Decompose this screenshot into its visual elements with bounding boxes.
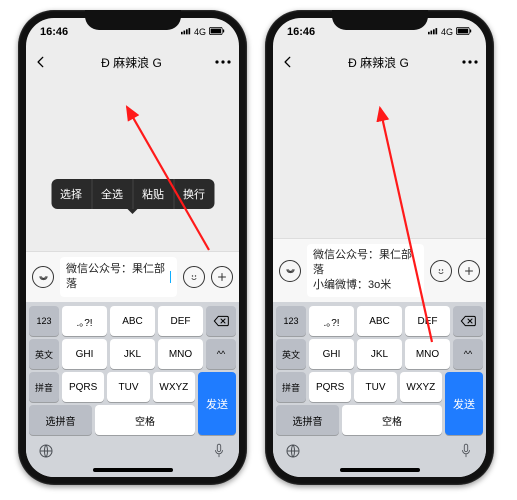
ctx-select-all[interactable]: 全选 [92, 179, 133, 209]
key-punct[interactable]: .｡?! [309, 306, 354, 336]
key-wxyz[interactable]: WXYZ [153, 372, 195, 402]
key-pinyin[interactable]: 拼音 [29, 372, 59, 402]
smile-icon[interactable] [183, 266, 205, 288]
screen-right: 16:46 4G Ð 麻辣浪 G [273, 18, 486, 477]
notch [332, 10, 428, 30]
chevron-left-icon[interactable] [281, 55, 295, 69]
key-send[interactable]: 发送 [198, 372, 236, 435]
key-mno[interactable]: MNO [405, 339, 450, 369]
backspace-icon [460, 315, 476, 327]
key-english[interactable]: 英文 [29, 339, 59, 369]
text-context-menu: 选择 全选 粘贴 换行 [51, 179, 214, 209]
backspace-icon [213, 315, 229, 327]
keyboard-bottom-bar [273, 437, 486, 463]
status-time: 16:46 [287, 26, 315, 38]
key-pqrs[interactable]: PQRS [62, 372, 104, 402]
keyboard-bottom-bar [26, 437, 239, 463]
annotation-arrow [109, 95, 219, 255]
plus-icon[interactable] [211, 266, 233, 288]
ctx-select[interactable]: 选择 [51, 179, 92, 209]
input-row: 微信公众号：果仁部落 [26, 251, 239, 302]
key-def[interactable]: DEF [158, 306, 203, 336]
key-abc[interactable]: ABC [357, 306, 402, 336]
status-time: 16:46 [40, 26, 68, 38]
keyboard: 123 .｡?! ABC DEF 英文 GHI JKL MNO ^^ [273, 302, 486, 437]
key-pinyin[interactable]: 拼音 [276, 372, 306, 402]
key-ghi[interactable]: GHI [309, 339, 354, 369]
nav-title: Ð 麻辣浪 G [101, 54, 162, 71]
key-space[interactable]: 空格 [95, 405, 195, 435]
signal-icon [428, 27, 438, 37]
message-text: 微信公众号：果仁部落 [66, 262, 169, 292]
notch [85, 10, 181, 30]
key-abc[interactable]: ABC [110, 306, 155, 336]
key-123[interactable]: 123 [276, 306, 306, 336]
key-tuv[interactable]: TUV [354, 372, 396, 402]
key-send[interactable]: 发送 [445, 372, 483, 435]
key-pqrs[interactable]: PQRS [309, 372, 351, 402]
message-text: 微信公众号：果仁部落 小编微博：3o米 [313, 248, 418, 293]
phone-frame-right: 16:46 4G Ð 麻辣浪 G [265, 10, 494, 485]
mic-icon[interactable] [456, 441, 476, 461]
key-mno[interactable]: MNO [158, 339, 203, 369]
message-input[interactable]: 微信公众号：果仁部落 [60, 257, 177, 297]
plus-icon[interactable] [458, 260, 480, 282]
battery-icon [456, 27, 472, 37]
input-row: 微信公众号：果仁部落 小编微博：3o米 [273, 238, 486, 302]
ctx-paste[interactable]: 粘贴 [133, 179, 174, 209]
key-jkl[interactable]: JKL [357, 339, 402, 369]
more-icon[interactable] [462, 60, 478, 64]
screen-left: 16:46 4G Ð 麻辣浪 G [26, 18, 239, 477]
smile-icon[interactable] [430, 260, 452, 282]
status-network: 4G [194, 27, 206, 37]
nav-bar: Ð 麻辣浪 G [273, 46, 486, 78]
chat-area: 选择 全选 粘贴 换行 [26, 78, 239, 251]
key-english[interactable]: 英文 [276, 339, 306, 369]
key-tuv[interactable]: TUV [107, 372, 149, 402]
key-backspace[interactable] [206, 306, 236, 336]
home-indicator[interactable] [273, 463, 486, 477]
key-def[interactable]: DEF [405, 306, 450, 336]
signal-icon [181, 27, 191, 37]
voice-icon[interactable] [32, 266, 54, 288]
home-indicator[interactable] [26, 463, 239, 477]
chevron-left-icon[interactable] [34, 55, 48, 69]
ctx-newline[interactable]: 换行 [174, 179, 214, 209]
phone-frame-left: 16:46 4G Ð 麻辣浪 G [18, 10, 247, 485]
message-input[interactable]: 微信公众号：果仁部落 小编微博：3o米 [307, 244, 424, 297]
globe-icon[interactable] [283, 441, 303, 461]
key-caret[interactable]: ^^ [206, 339, 236, 369]
voice-icon[interactable] [279, 260, 301, 282]
nav-title: Ð 麻辣浪 G [348, 54, 409, 71]
key-wxyz[interactable]: WXYZ [400, 372, 442, 402]
nav-bar: Ð 麻辣浪 G [26, 46, 239, 78]
key-space[interactable]: 空格 [342, 405, 442, 435]
mic-icon[interactable] [209, 441, 229, 461]
key-backspace[interactable] [453, 306, 483, 336]
key-123[interactable]: 123 [29, 306, 59, 336]
globe-icon[interactable] [36, 441, 56, 461]
text-caret [170, 271, 171, 283]
chat-area [273, 78, 486, 238]
battery-icon [209, 27, 225, 37]
key-ghi[interactable]: GHI [62, 339, 107, 369]
key-caret[interactable]: ^^ [453, 339, 483, 369]
key-select-pinyin[interactable]: 选拼音 [29, 405, 92, 435]
key-jkl[interactable]: JKL [110, 339, 155, 369]
key-punct[interactable]: .｡?! [62, 306, 107, 336]
keyboard: 123 .｡?! ABC DEF 英文 GHI JKL MNO ^^ [26, 302, 239, 437]
key-select-pinyin[interactable]: 选拼音 [276, 405, 339, 435]
more-icon[interactable] [215, 60, 231, 64]
status-network: 4G [441, 27, 453, 37]
